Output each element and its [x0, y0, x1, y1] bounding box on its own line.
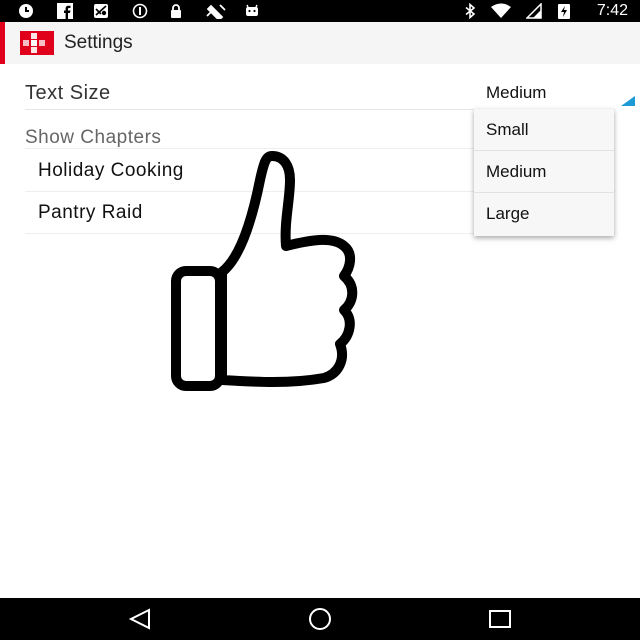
screen: 7:42 Settings Text Size Medium Show Chap…: [0, 0, 640, 640]
text-size-selected-value: Medium: [486, 83, 547, 102]
dropdown-option-large[interactable]: Large: [474, 193, 614, 235]
accent-edge: [0, 22, 5, 64]
spinner-indicator-icon: [621, 96, 635, 106]
text-size-label: Text Size: [25, 82, 111, 104]
page-title: Settings: [64, 32, 133, 53]
app-bar: Settings: [0, 22, 640, 64]
dropdown-option-medium[interactable]: Medium: [474, 151, 614, 193]
dropdown-option-label: Large: [486, 204, 530, 223]
dropdown-option-label: Small: [486, 120, 529, 139]
chapter-label: Holiday Cooking: [38, 160, 184, 181]
chapter-label: Pantry Raid: [38, 202, 143, 223]
maps-icon: [94, 4, 108, 18]
android-icon: [246, 4, 258, 16]
text-size-dropdown: Small Medium Large: [474, 109, 614, 236]
back-icon[interactable]: [125, 607, 155, 631]
dropdown-option-small[interactable]: Small: [474, 109, 614, 151]
circle-info-icon: [132, 3, 148, 19]
home-icon[interactable]: [305, 607, 335, 631]
navigation-bar: [0, 598, 640, 640]
signal-icon: [526, 3, 542, 19]
text-size-row: Text Size Medium: [25, 78, 635, 110]
wifi-icon: [491, 3, 511, 18]
satellite-icon: [206, 4, 226, 19]
text-size-spinner[interactable]: Medium: [473, 78, 635, 110]
status-time: 7:42: [596, 2, 628, 19]
dropdown-option-label: Medium: [486, 162, 547, 181]
facebook-icon: [57, 3, 73, 19]
lock-icon: [171, 4, 181, 18]
show-chapters-label: Show Chapters: [25, 127, 162, 148]
flipboard-logo-icon[interactable]: [20, 31, 54, 55]
status-bar: 7:42: [0, 0, 640, 22]
bluetooth-icon: [465, 3, 476, 19]
battery-charging-icon: [558, 4, 570, 19]
clock-icon: [19, 4, 33, 18]
recents-icon[interactable]: [485, 607, 515, 631]
